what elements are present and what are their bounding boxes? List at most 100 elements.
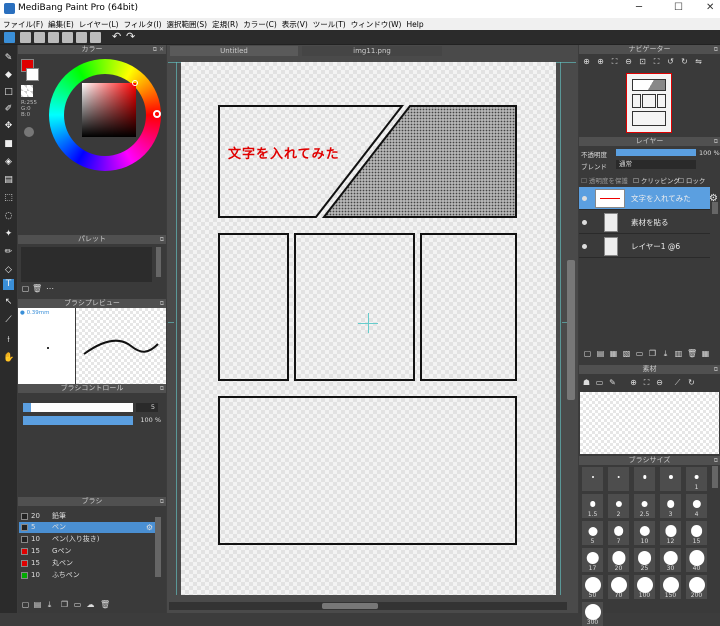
brush-item-g-pen[interactable]: 15 Gペン: [19, 546, 155, 557]
brush-size-cell[interactable]: 100: [634, 575, 655, 599]
brush-list-scrollbar[interactable]: [155, 517, 161, 577]
palette-icon[interactable]: [24, 127, 34, 137]
zoom-in-alt-icon[interactable]: ⊕: [596, 57, 605, 66]
menu-help[interactable]: Help: [407, 20, 424, 29]
brush-size-cell[interactable]: 40: [686, 548, 707, 572]
layer-row-material[interactable]: 素材を貼る: [579, 211, 710, 234]
document-icon[interactable]: [62, 32, 73, 43]
magic-wand-icon[interactable]: ✦: [3, 229, 14, 240]
brush-size-cell[interactable]: 30: [660, 548, 681, 572]
tab-img11[interactable]: img11.png: [302, 46, 442, 56]
add-1bit-layer-icon[interactable]: ▧: [622, 349, 631, 358]
add-layer-icon[interactable]: ▢: [583, 349, 592, 358]
layer-row-layer1[interactable]: レイヤー1 @6: [579, 235, 710, 258]
undo-icon[interactable]: ↶: [112, 31, 123, 43]
brush-size-cell[interactable]: 20: [608, 548, 629, 572]
material-tone-icon[interactable]: ☗: [582, 378, 591, 387]
select-pen-icon[interactable]: ✏: [3, 247, 14, 258]
operation-tool-icon[interactable]: ↖: [3, 297, 14, 308]
navigator-thumbnail[interactable]: [626, 73, 672, 133]
brush-size-slider[interactable]: [23, 403, 133, 412]
menu-select[interactable]: 選択範囲(S): [167, 19, 208, 30]
menu-ruler[interactable]: 定規(R): [212, 19, 238, 30]
brush-size-cell[interactable]: 300: [582, 602, 603, 626]
delete-layer-icon[interactable]: 🗑: [687, 349, 697, 358]
tab-untitled[interactable]: Untitled: [170, 46, 298, 56]
saturation-value-square[interactable]: [82, 83, 136, 137]
menu-file[interactable]: ファイル(F): [3, 19, 43, 30]
brush-size-value[interactable]: 5: [136, 403, 158, 412]
blend-select[interactable]: 通常: [616, 160, 696, 169]
panel-float-icon[interactable]: ⧉ ✕: [153, 45, 164, 54]
brush-size-cell[interactable]: 70: [608, 575, 629, 599]
menu-view[interactable]: 表示(V): [282, 19, 308, 30]
zoom-out-icon[interactable]: ⊖: [624, 57, 633, 66]
lasso-icon[interactable]: ◌: [3, 211, 14, 222]
layer-settings-icon[interactable]: ▦: [701, 349, 710, 358]
brush-size-cell[interactable]: 10: [634, 521, 655, 545]
visibility-icon[interactable]: [582, 196, 587, 201]
menu-edit[interactable]: 編集(E): [48, 19, 74, 30]
brush-size-cell[interactable]: 2: [608, 494, 629, 518]
palette-scrollbar[interactable]: [156, 247, 161, 277]
material-preview[interactable]: [580, 392, 719, 454]
new-file-icon[interactable]: [20, 32, 31, 43]
brush-item-pencil[interactable]: 20 鉛筆: [19, 511, 155, 522]
brush-size-cell[interactable]: 25: [634, 548, 655, 572]
divide-tool-icon[interactable]: ⟋: [3, 315, 14, 326]
brush-size-cell[interactable]: 1.5: [582, 494, 603, 518]
canvas-vscroll-thumb[interactable]: [567, 260, 575, 400]
brush-size-cell[interactable]: 17: [582, 548, 603, 572]
canvas-text[interactable]: 文字を入れてみた: [228, 143, 340, 162]
text-tool-icon[interactable]: T: [3, 279, 14, 290]
brush-size-cell[interactable]: [660, 467, 681, 491]
cloud-save-icon[interactable]: [48, 32, 59, 43]
eraser-tool-icon[interactable]: ◆: [3, 70, 14, 81]
fill-view-icon[interactable]: ⛶: [652, 57, 661, 66]
redo-icon[interactable]: ↷: [126, 31, 137, 43]
close-button[interactable]: ✕: [706, 2, 714, 13]
canvas-hscroll-thumb[interactable]: [322, 603, 378, 609]
duplicate-layer-icon[interactable]: ❐: [648, 349, 657, 358]
layer-settings-gear-icon[interactable]: ⚙: [709, 187, 718, 210]
grid-icon[interactable]: [76, 32, 87, 43]
zoom-in-icon[interactable]: ⊕: [582, 57, 591, 66]
clipping-checkbox[interactable]: ☐ クリッピング: [633, 175, 680, 185]
transparent-color-swatch[interactable]: [21, 85, 33, 97]
actual-size-icon[interactable]: ⊡: [638, 57, 647, 66]
brush-import-icon[interactable]: ⤓: [45, 600, 54, 609]
brush-item-border-pen[interactable]: 10 ふちペン: [19, 570, 155, 581]
material-zoom-out-icon[interactable]: ⊖: [655, 378, 664, 387]
material-fit-icon[interactable]: ⛶: [642, 378, 651, 387]
bucket-tool-icon[interactable]: ◈: [3, 157, 14, 168]
layer-row-text[interactable]: 文字を入れてみた ⚙: [579, 187, 718, 210]
brush-tool-icon[interactable]: ✎: [3, 53, 14, 64]
panel-layout-icon[interactable]: [90, 32, 101, 43]
cloud-icon[interactable]: [4, 32, 15, 43]
minimize-button[interactable]: ─: [636, 2, 642, 13]
brush-folder-icon[interactable]: ▭: [73, 600, 82, 609]
brush-size-cell[interactable]: 50: [582, 575, 603, 599]
add-halftone-layer-icon[interactable]: ▤: [596, 349, 605, 358]
select-rect-icon[interactable]: ⬚: [3, 193, 14, 204]
menu-color[interactable]: カラー(C): [243, 19, 277, 30]
palette-swatch-area[interactable]: [21, 247, 152, 282]
brush-size-cell[interactable]: [582, 467, 603, 491]
palette-more-icon[interactable]: ⋯: [44, 284, 56, 293]
dot-tool-icon[interactable]: □: [3, 87, 14, 98]
gradient-tool-icon[interactable]: ▤: [3, 175, 14, 186]
menu-tool[interactable]: ツール(T): [313, 19, 346, 30]
hand-tool-icon[interactable]: ✋: [3, 353, 14, 364]
chat-icon[interactable]: [34, 32, 45, 43]
merge-down-icon[interactable]: ⤓: [661, 349, 670, 358]
brush-item-pen[interactable]: 5 ペン ⚙: [19, 522, 155, 533]
select-eraser-icon[interactable]: ◇: [3, 265, 14, 276]
brush-size-scrollbar[interactable]: [712, 466, 718, 488]
fill-rect-icon[interactable]: ■: [3, 139, 14, 150]
brush-size-cell[interactable]: 7: [608, 521, 629, 545]
add-8bit-layer-icon[interactable]: ▦: [609, 349, 618, 358]
menu-filter[interactable]: フィルタ(I): [124, 19, 162, 30]
rotate-right-icon[interactable]: ↻: [680, 57, 689, 66]
material-zoom-in-icon[interactable]: ⊕: [629, 378, 638, 387]
flip-icon[interactable]: ⇋: [694, 57, 703, 66]
